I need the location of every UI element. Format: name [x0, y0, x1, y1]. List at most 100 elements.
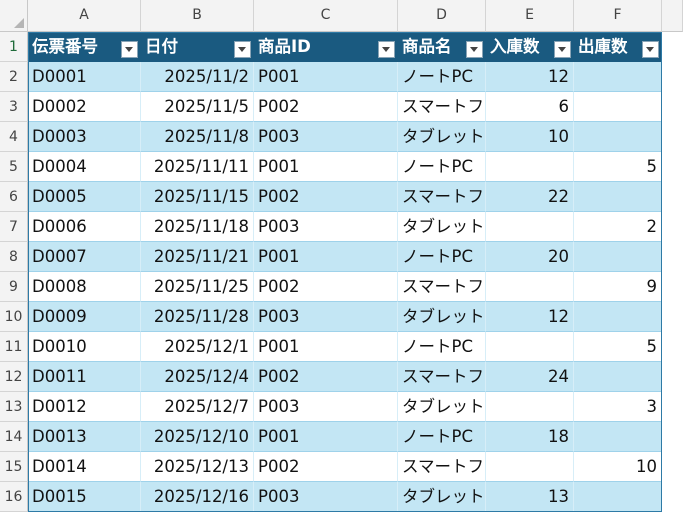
table-cell[interactable] — [486, 452, 574, 482]
table-cell[interactable] — [574, 362, 662, 392]
row-header-1[interactable]: 1 — [0, 32, 28, 62]
table-cell[interactable]: P002 — [254, 362, 398, 392]
table-cell[interactable]: 2025/11/21 — [141, 242, 254, 272]
table-cell[interactable]: P002 — [254, 182, 398, 212]
filter-dropdown-icon[interactable] — [121, 41, 138, 58]
table-cell[interactable]: 10 — [574, 452, 662, 482]
table-cell[interactable]: P002 — [254, 452, 398, 482]
table-cell[interactable]: 2025/12/13 — [141, 452, 254, 482]
table-cell[interactable] — [574, 92, 662, 122]
table-cell[interactable]: タブレット — [398, 212, 486, 242]
filter-dropdown-icon[interactable] — [234, 41, 251, 58]
row-header-9[interactable]: 9 — [0, 272, 28, 302]
table-cell[interactable]: 2025/11/5 — [141, 92, 254, 122]
table-cell[interactable]: タブレット — [398, 122, 486, 152]
row-header-4[interactable]: 4 — [0, 122, 28, 152]
table-cell[interactable]: D0006 — [28, 212, 141, 242]
table-cell[interactable]: 2025/11/11 — [141, 152, 254, 182]
table-cell[interactable]: 2025/11/2 — [141, 62, 254, 92]
table-cell[interactable]: D0011 — [28, 362, 141, 392]
table-cell[interactable]: 13 — [486, 482, 574, 512]
filter-dropdown-icon[interactable] — [642, 41, 659, 58]
row-header-11[interactable]: 11 — [0, 332, 28, 362]
table-cell[interactable]: タブレット — [398, 482, 486, 512]
table-cell[interactable]: P003 — [254, 122, 398, 152]
table-cell[interactable]: 10 — [486, 122, 574, 152]
table-cell[interactable]: D0005 — [28, 182, 141, 212]
row-header-13[interactable]: 13 — [0, 392, 28, 422]
table-cell[interactable]: 3 — [574, 392, 662, 422]
table-cell[interactable]: 12 — [486, 62, 574, 92]
table-cell[interactable]: D0012 — [28, 392, 141, 422]
table-cell[interactable]: 9 — [574, 272, 662, 302]
table-cell[interactable]: P003 — [254, 482, 398, 512]
filter-dropdown-icon[interactable] — [466, 41, 483, 58]
table-cell[interactable] — [574, 122, 662, 152]
table-cell[interactable]: スマートフ — [398, 362, 486, 392]
select-all-corner[interactable] — [0, 0, 28, 32]
table-cell[interactable]: D0013 — [28, 422, 141, 452]
row-header-12[interactable]: 12 — [0, 362, 28, 392]
table-cell[interactable]: 2025/11/15 — [141, 182, 254, 212]
table-cell[interactable]: P001 — [254, 242, 398, 272]
table-cell[interactable]: スマートフォン — [398, 272, 486, 302]
row-header-6[interactable]: 6 — [0, 182, 28, 212]
row-header-2[interactable]: 2 — [0, 62, 28, 92]
column-header-overflow[interactable] — [662, 0, 683, 32]
table-cell[interactable] — [574, 62, 662, 92]
table-cell[interactable]: 2025/12/1 — [141, 332, 254, 362]
table-header-cell[interactable]: 商品ID — [254, 32, 398, 62]
filter-dropdown-icon[interactable] — [378, 41, 395, 58]
table-cell[interactable]: P003 — [254, 392, 398, 422]
table-cell[interactable]: 5 — [574, 152, 662, 182]
table-cell[interactable]: タブレット — [398, 392, 486, 422]
column-header-d[interactable]: D — [398, 0, 486, 32]
table-cell[interactable]: D0009 — [28, 302, 141, 332]
table-cell[interactable]: タブレット — [398, 302, 486, 332]
row-header-10[interactable]: 10 — [0, 302, 28, 332]
table-cell[interactable] — [574, 302, 662, 332]
table-cell[interactable] — [486, 392, 574, 422]
table-cell[interactable]: D0014 — [28, 452, 141, 482]
row-header-8[interactable]: 8 — [0, 242, 28, 272]
table-cell[interactable]: スマートフォン — [398, 452, 486, 482]
table-cell[interactable]: ノートPC — [398, 242, 486, 272]
table-cell[interactable]: 24 — [486, 362, 574, 392]
table-cell[interactable] — [574, 482, 662, 512]
table-cell[interactable]: ノートPC — [398, 332, 486, 362]
table-cell[interactable]: スマートフ — [398, 182, 486, 212]
table-cell[interactable]: 12 — [486, 302, 574, 332]
table-cell[interactable] — [486, 332, 574, 362]
table-cell[interactable] — [486, 152, 574, 182]
table-cell[interactable]: 2025/11/28 — [141, 302, 254, 332]
table-cell[interactable]: 20 — [486, 242, 574, 272]
table-cell[interactable]: ノートPC — [398, 152, 486, 182]
table-cell[interactable]: D0003 — [28, 122, 141, 152]
table-cell[interactable]: 5 — [574, 332, 662, 362]
table-cell[interactable]: D0015 — [28, 482, 141, 512]
table-cell[interactable]: P003 — [254, 302, 398, 332]
filter-dropdown-icon[interactable] — [554, 41, 571, 58]
table-cell[interactable]: 18 — [486, 422, 574, 452]
table-cell[interactable]: ノートPC — [398, 422, 486, 452]
table-cell[interactable] — [574, 422, 662, 452]
table-cell[interactable]: P001 — [254, 332, 398, 362]
column-header-b[interactable]: B — [141, 0, 254, 32]
row-header-7[interactable]: 7 — [0, 212, 28, 242]
table-cell[interactable]: 2025/11/8 — [141, 122, 254, 152]
table-cell[interactable] — [574, 242, 662, 272]
table-cell[interactable]: D0010 — [28, 332, 141, 362]
table-cell[interactable]: D0004 — [28, 152, 141, 182]
table-cell[interactable]: P001 — [254, 422, 398, 452]
table-cell[interactable]: 2025/12/7 — [141, 392, 254, 422]
row-header-5[interactable]: 5 — [0, 152, 28, 182]
table-cell[interactable] — [574, 182, 662, 212]
table-cell[interactable]: D0008 — [28, 272, 141, 302]
table-cell[interactable]: 22 — [486, 182, 574, 212]
table-cell[interactable]: P001 — [254, 152, 398, 182]
table-cell[interactable]: 2 — [574, 212, 662, 242]
table-cell[interactable]: 2025/12/16 — [141, 482, 254, 512]
table-cell[interactable]: P001 — [254, 62, 398, 92]
table-cell[interactable] — [486, 272, 574, 302]
row-header-15[interactable]: 15 — [0, 452, 28, 482]
